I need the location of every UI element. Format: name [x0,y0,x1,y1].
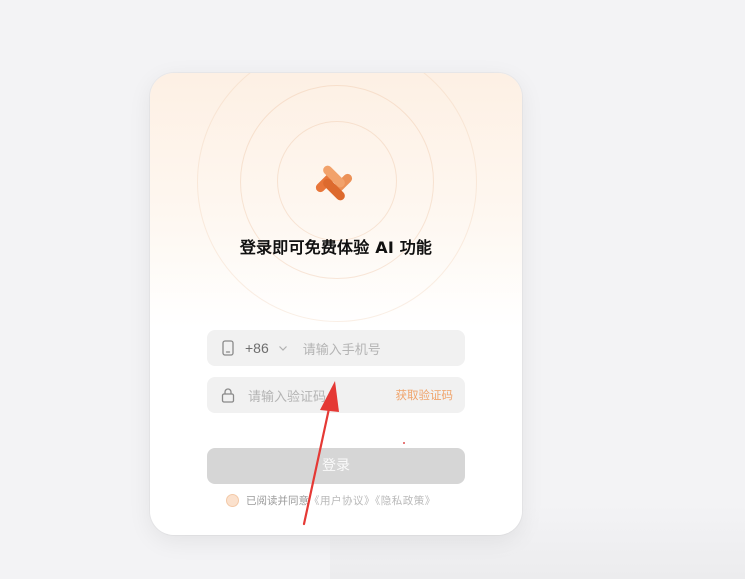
phone-field[interactable]: +86 请输入手机号 [207,330,465,366]
country-code-select[interactable]: +86 [245,340,269,356]
agreement-prefix: 已阅读并同意 [246,495,309,507]
login-dialog: 登录即可免费体验 AI 功能 +86 请输入手机号 请输入验证码 获取验证码 登… [150,73,522,535]
agree-radio[interactable] [226,494,239,507]
login-button[interactable]: 登录 [207,448,465,484]
chevron-down-icon[interactable] [277,342,289,354]
code-field[interactable]: 请输入验证码 获取验证码 [207,377,465,413]
app-logo-icon [312,161,356,205]
phone-input[interactable]: 请输入手机号 [303,339,381,358]
agreement-row: 已阅读并同意 《用户协议》《隐私政策》 [226,493,436,508]
code-input[interactable]: 请输入验证码 [248,386,396,405]
dialog-title: 登录即可免费体验 AI 功能 [239,238,433,257]
get-code-button[interactable]: 获取验证码 [396,387,454,403]
annotation-dot [403,442,405,444]
phone-icon [220,340,236,356]
agreement-terms-link[interactable]: 《用户协议》《隐私政策》 [309,493,436,508]
lock-icon [220,387,236,403]
